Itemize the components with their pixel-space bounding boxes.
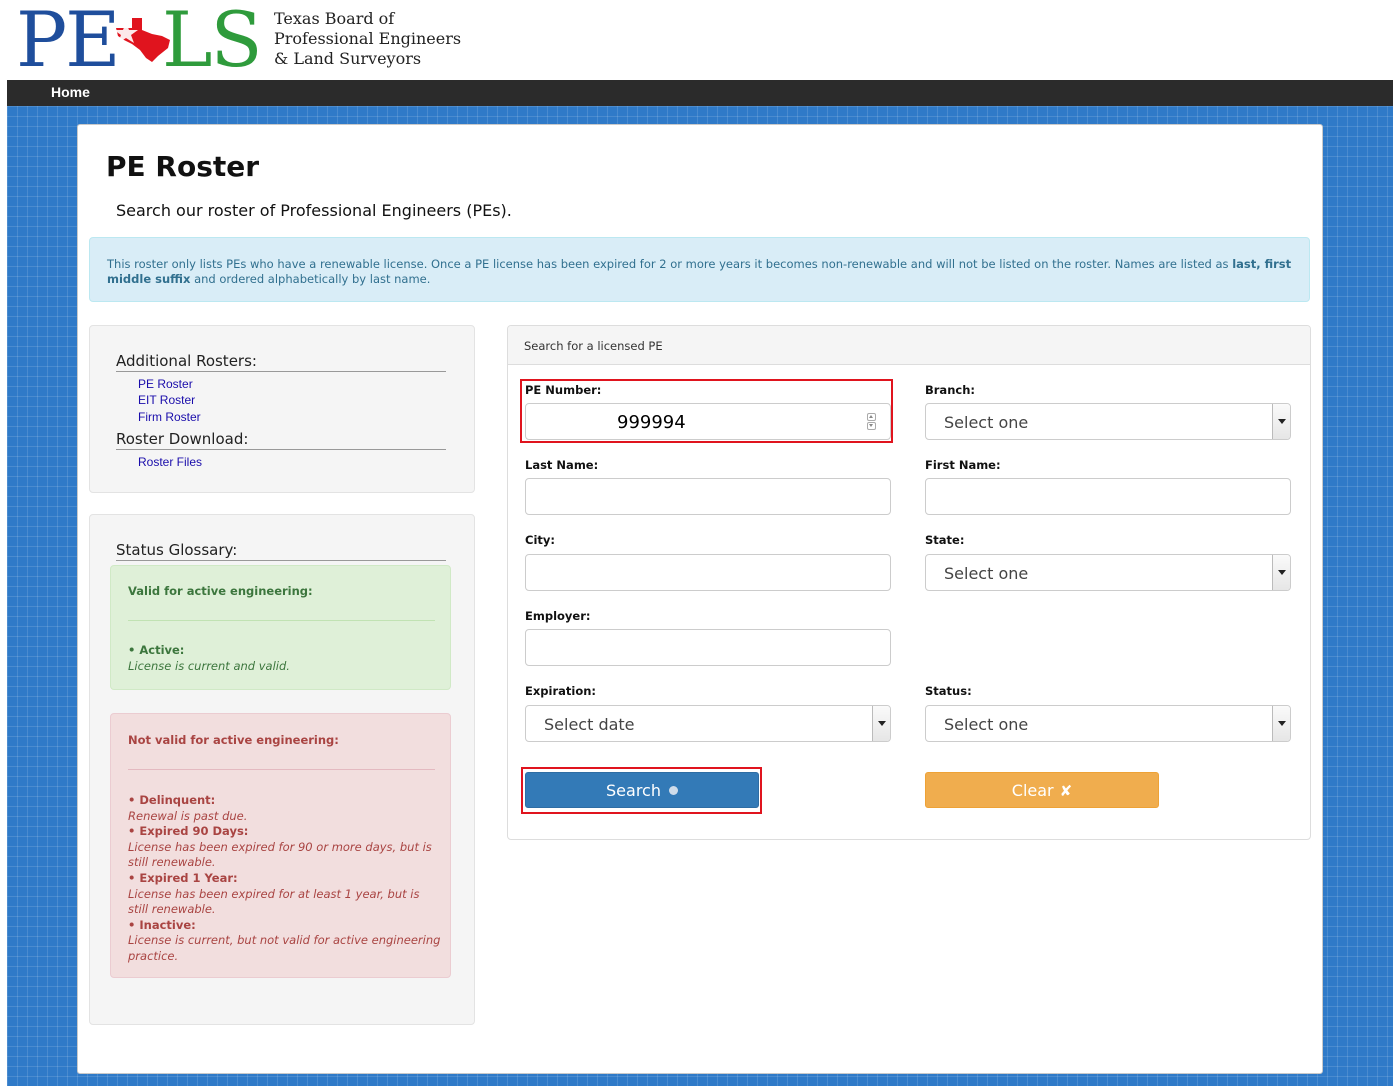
additional-rosters-heading: Additional Rosters:	[116, 352, 446, 372]
employer-input[interactable]	[525, 629, 891, 666]
roster-link-firm[interactable]: Firm Roster	[138, 410, 201, 424]
status-value: Select one	[944, 715, 1029, 734]
valid-list: • Active: License is current and valid.	[128, 643, 442, 674]
invalid-title: Not valid for active engineering:	[128, 733, 339, 747]
divider	[128, 620, 435, 621]
clear-button[interactable]: Clear ✘	[925, 772, 1159, 808]
board-logo: PE LS Texas Board of Professional Engine…	[14, 0, 464, 84]
pe-number-value: 999994	[617, 412, 686, 433]
status-term: • Expired 1 Year:	[128, 870, 238, 885]
x-icon: ✘	[1059, 782, 1073, 800]
valid-status-alert: Valid for active engineering: • Active: …	[110, 565, 451, 690]
search-button-label: Search	[606, 781, 661, 800]
state-label: State:	[925, 533, 965, 547]
branch-label: Branch:	[925, 383, 975, 397]
roster-files-link[interactable]: Roster Files	[138, 455, 202, 469]
caret-down-icon	[1272, 555, 1290, 590]
status-select[interactable]: Select one	[925, 705, 1291, 742]
branch-value: Select one	[944, 413, 1029, 432]
invalid-status-alert: Not valid for active engineering: • Deli…	[110, 713, 451, 978]
first-name-label: First Name:	[925, 458, 1001, 472]
logo-pe: PE	[16, 0, 121, 84]
roster-download-heading: Roster Download:	[116, 430, 446, 450]
status-term: • Active:	[128, 643, 185, 657]
expiration-label: Expiration:	[525, 684, 597, 698]
logo-ls: LS	[162, 0, 263, 84]
nav-home-link[interactable]: Home	[51, 84, 90, 100]
expiration-value: Select date	[544, 715, 635, 734]
spinner-down-icon[interactable]	[867, 422, 876, 430]
pe-number-label: PE Number:	[525, 383, 602, 397]
status-desc: License is current and valid.	[128, 658, 290, 673]
search-icon	[668, 786, 678, 795]
logo-text: Texas Board of Professional Engineers & …	[274, 9, 462, 68]
caret-down-icon	[1272, 404, 1290, 439]
state-value: Select one	[944, 564, 1029, 583]
status-term: • Delinquent:	[128, 793, 216, 807]
first-name-input[interactable]	[925, 478, 1291, 515]
search-card-title: Search for a licensed PE	[524, 339, 663, 353]
spinner-up-icon[interactable]	[867, 413, 876, 421]
status-desc: License has been expired for 90 or more …	[128, 839, 432, 870]
last-name-input[interactable]	[525, 478, 891, 515]
search-card-header: Search for a licensed PE	[508, 326, 1310, 365]
pe-number-input[interactable]: 999994	[525, 403, 891, 440]
city-input[interactable]	[525, 554, 891, 591]
last-name-label: Last Name:	[525, 458, 599, 472]
employer-label: Employer:	[525, 609, 591, 623]
status-desc: Renewal is past due.	[128, 808, 248, 823]
navbar: Home	[7, 80, 1393, 106]
status-glossary-heading: Status Glossary:	[116, 541, 446, 561]
status-desc: License has been expired for at least 1 …	[128, 886, 420, 917]
caret-down-icon	[872, 706, 890, 741]
search-button[interactable]: Search	[525, 772, 759, 808]
valid-title: Valid for active engineering:	[128, 584, 313, 598]
city-label: City:	[525, 533, 555, 547]
invalid-list: • Delinquent: Renewal is past due. • Exp…	[128, 793, 442, 965]
status-desc: License is current, but not valid for ac…	[128, 933, 441, 963]
expiration-select[interactable]: Select date	[525, 705, 891, 742]
divider	[128, 769, 435, 770]
clear-button-label: Clear	[1011, 781, 1054, 800]
state-select[interactable]: Select one	[925, 554, 1291, 591]
number-spinner-icon[interactable]	[867, 413, 876, 430]
caret-down-icon	[1272, 706, 1290, 741]
status-label: Status:	[925, 684, 972, 698]
branch-select[interactable]: Select one	[925, 403, 1291, 440]
roster-link-pe[interactable]: PE Roster	[138, 377, 193, 391]
status-term: • Inactive:	[128, 917, 196, 932]
status-term: • Expired 90 Days:	[128, 824, 249, 839]
roster-link-eit[interactable]: EIT Roster	[138, 393, 195, 407]
page-title: PE Roster	[106, 150, 260, 183]
page-subtitle: Search our roster of Professional Engine…	[116, 201, 512, 220]
info-alert: This roster only lists PEs who have a re…	[89, 237, 1310, 302]
